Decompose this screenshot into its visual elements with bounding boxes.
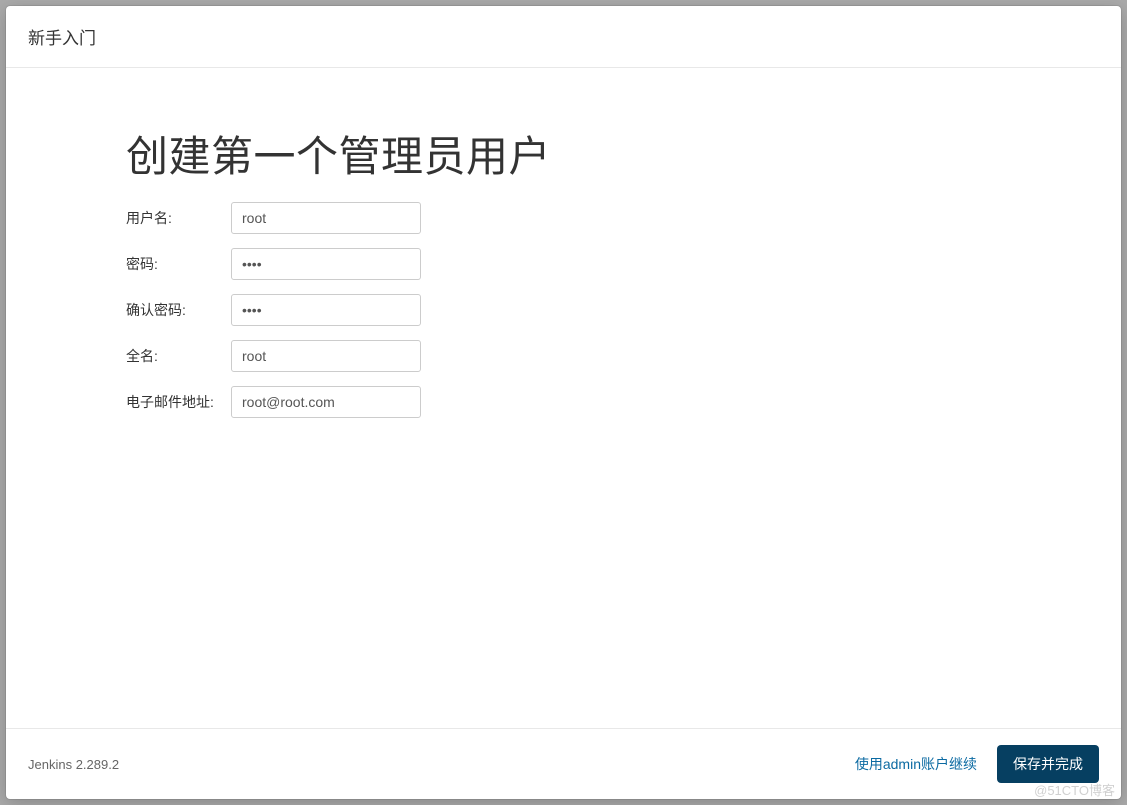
- confirm-password-input[interactable]: [231, 294, 421, 326]
- password-label: 密码:: [126, 254, 231, 274]
- email-label: 电子邮件地址:: [126, 392, 231, 412]
- confirm-password-label: 确认密码:: [126, 300, 231, 320]
- wizard-footer: Jenkins 2.289.2 使用admin账户继续 保存并完成: [6, 728, 1121, 799]
- form-row-fullname: 全名:: [126, 340, 1121, 372]
- email-input[interactable]: [231, 386, 421, 418]
- jenkins-version: Jenkins 2.289.2: [28, 757, 855, 772]
- continue-as-admin-link[interactable]: 使用admin账户继续: [855, 754, 977, 774]
- form-row-confirm-password: 确认密码:: [126, 294, 1121, 326]
- form-row-password: 密码:: [126, 248, 1121, 280]
- fullname-label: 全名:: [126, 346, 231, 366]
- form-row-email: 电子邮件地址:: [126, 386, 1121, 418]
- save-and-finish-button[interactable]: 保存并完成: [997, 745, 1099, 783]
- page-title: 创建第一个管理员用户: [126, 123, 1121, 184]
- wizard-content: 创建第一个管理员用户 用户名: 密码: 确认密码: 全名: 电子邮件地址:: [6, 68, 1121, 728]
- wizard-header-title: 新手入门: [28, 29, 96, 48]
- fullname-input[interactable]: [231, 340, 421, 372]
- footer-actions: 使用admin账户继续 保存并完成: [855, 745, 1099, 783]
- username-label: 用户名:: [126, 208, 231, 228]
- setup-wizard-window: 新手入门 创建第一个管理员用户 用户名: 密码: 确认密码: 全名: 电子邮件地…: [6, 6, 1121, 799]
- wizard-header: 新手入门: [6, 6, 1121, 68]
- password-input[interactable]: [231, 248, 421, 280]
- username-input[interactable]: [231, 202, 421, 234]
- form-row-username: 用户名:: [126, 202, 1121, 234]
